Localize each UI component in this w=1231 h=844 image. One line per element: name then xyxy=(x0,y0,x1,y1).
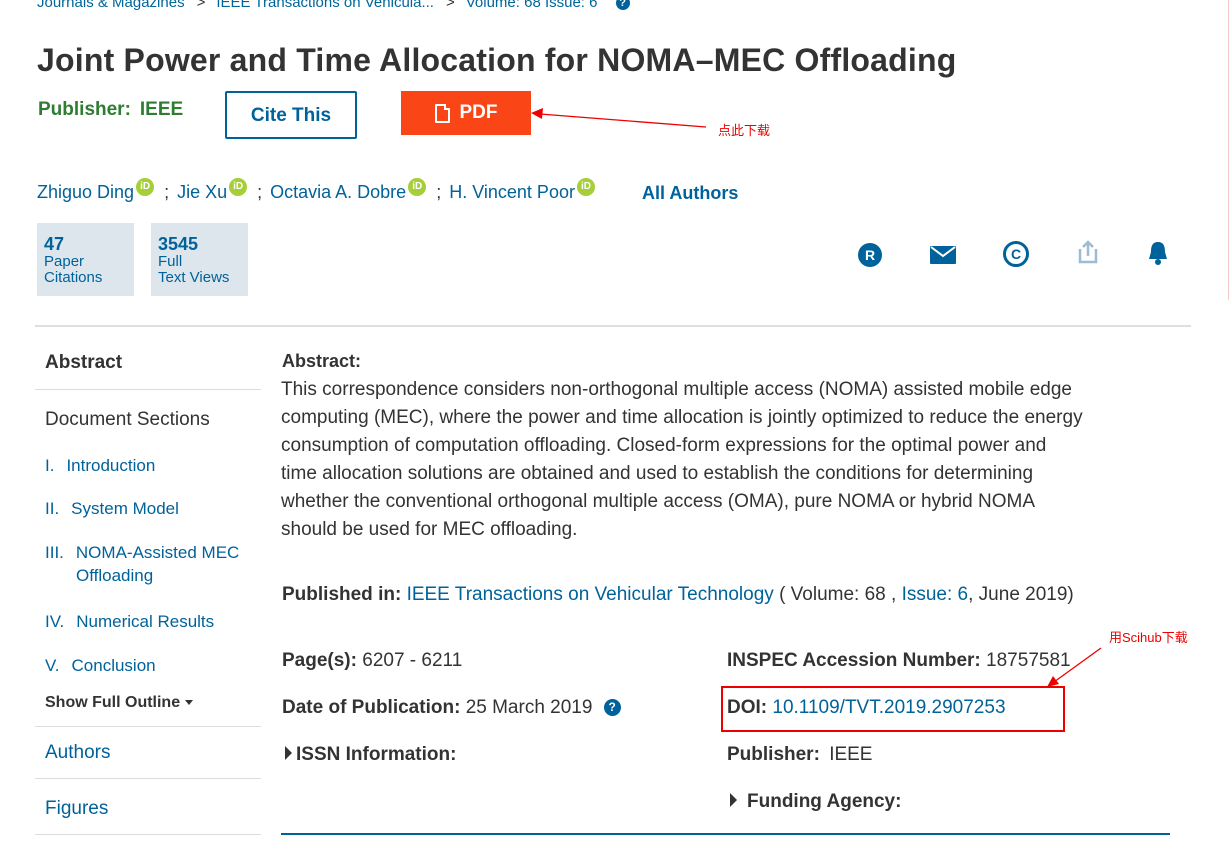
field-value: IEEE xyxy=(829,744,873,765)
field-label: ISSN Information: xyxy=(296,744,457,765)
abstract-line: computing (MEC), where the power and tim… xyxy=(281,407,1083,428)
scihub-note: 用Scihub下载 xyxy=(1109,630,1188,645)
orcid-icon[interactable]: iD xyxy=(229,177,248,196)
issue-link[interactable]: Issue: 6 xyxy=(902,584,969,605)
pages-field: Page(s): 6207 - 6211 xyxy=(282,650,462,672)
show-full-outline-toggle[interactable]: Show Full Outline xyxy=(45,694,194,712)
nav-section-numerical-results[interactable]: IV. Numerical Results xyxy=(45,612,214,632)
issn-information-toggle[interactable]: ISSN Information: xyxy=(285,744,456,766)
nav-figures[interactable]: Figures xyxy=(45,798,108,820)
metric-value: 47 xyxy=(44,234,65,254)
date-text: , June 2019) xyxy=(968,584,1074,605)
nav-divider xyxy=(35,726,261,727)
author-separator: ; xyxy=(164,182,170,202)
published-in-label: Published in: xyxy=(282,584,402,605)
orcid-icon[interactable]: iD xyxy=(136,177,155,196)
field-value: 18757581 xyxy=(986,650,1071,671)
expand-arrow-icon xyxy=(730,792,737,807)
nav-section-system-model[interactable]: II. System Model xyxy=(45,499,179,519)
publisher-field: Publisher: IEEE xyxy=(727,744,873,766)
abstract-line: should be used for MEC offloading. xyxy=(281,519,578,540)
field-label: Page(s): xyxy=(282,650,357,671)
metric-label: Text Views xyxy=(158,269,230,286)
page-edge xyxy=(1228,0,1229,300)
section-label: NOMA-Assisted MEC xyxy=(75,543,240,562)
nav-section-introduction[interactable]: I. Introduction xyxy=(45,456,155,476)
field-label: Date of Publication: xyxy=(282,697,461,718)
funding-agency-toggle[interactable]: Funding Agency: xyxy=(730,791,901,813)
field-value: 25 March 2019 xyxy=(465,697,593,718)
abstract-text: This correspondence considers non-orthog… xyxy=(281,376,1186,544)
section-label: Numerical Results xyxy=(76,612,215,631)
alert-bell-icon[interactable] xyxy=(1145,240,1171,266)
section-rule xyxy=(281,833,1170,835)
nav-section-conclusion[interactable]: V. Conclusion xyxy=(45,656,156,676)
caret-down-icon xyxy=(185,700,194,706)
author-list: Zhiguo Ding iD ; Jie Xu iD ; Octavia A. Do… xyxy=(37,177,595,203)
rights-icon[interactable]: R xyxy=(857,242,883,268)
share-icon[interactable] xyxy=(1075,239,1101,265)
metric-value: 3545 xyxy=(158,234,199,254)
author-separator: ; xyxy=(436,182,442,202)
section-label: Introduction xyxy=(66,456,156,475)
section-number: I. xyxy=(45,456,55,475)
abstract-heading: Abstract: xyxy=(282,351,362,371)
abstract-line: whether the conventional orthogonal mult… xyxy=(281,491,1035,512)
field-label: Funding Agency: xyxy=(747,791,902,812)
expand-arrow-icon xyxy=(285,745,292,760)
field-label: Publisher: xyxy=(727,744,820,765)
inspec-field: INSPEC Accession Number: 18757581 xyxy=(727,650,1071,672)
nav-divider xyxy=(35,834,261,835)
full-text-views-metric[interactable]: 3545 Full Text Views xyxy=(151,223,248,296)
author-separator: ; xyxy=(257,182,263,202)
section-label: System Model xyxy=(71,499,179,518)
nav-abstract[interactable]: Abstract xyxy=(45,352,122,374)
metric-label: Paper xyxy=(44,253,85,270)
email-icon[interactable] xyxy=(930,242,956,268)
author-link[interactable]: H. Vincent Poor xyxy=(449,182,575,203)
section-label-cont: Offloading xyxy=(76,566,154,585)
orcid-icon[interactable]: iD xyxy=(408,177,427,196)
author-link[interactable]: Octavia A. Dobre xyxy=(270,182,406,203)
date-of-publication-field: Date of Publication: 25 March 2019 ? xyxy=(282,697,621,719)
copyright-icon[interactable]: C xyxy=(1003,241,1029,267)
section-number: IV. xyxy=(45,612,65,631)
nav-document-sections: Document Sections xyxy=(45,409,210,430)
show-outline-label: Show Full Outline xyxy=(45,694,181,711)
section-number: III. xyxy=(45,543,64,562)
abstract-line: time allocation solutions are obtained a… xyxy=(281,463,1034,484)
published-in: Published in: IEEE Transactions on Vehic… xyxy=(282,584,1074,606)
abstract-line: consumption of computation offloading. C… xyxy=(281,435,1047,456)
journal-link[interactable]: IEEE Transactions on Vehicular Technolog… xyxy=(407,584,774,605)
nav-divider xyxy=(35,778,261,779)
metric-label: Full xyxy=(158,253,183,270)
section-label: Conclusion xyxy=(71,656,156,675)
paper-citations-metric[interactable]: 47 Paper Citations xyxy=(37,223,134,296)
field-label: INSPEC Accession Number: xyxy=(727,650,981,671)
section-number: V. xyxy=(45,656,60,675)
section-number: II. xyxy=(45,499,60,518)
nav-authors[interactable]: Authors xyxy=(45,742,110,764)
header-divider xyxy=(35,325,1191,327)
metric-label: Citations xyxy=(44,269,103,286)
all-authors-link[interactable]: All Authors xyxy=(642,183,738,204)
nav-divider xyxy=(35,389,261,390)
field-value: 6207 - 6211 xyxy=(362,650,463,671)
abstract-line: This correspondence considers non-orthog… xyxy=(281,379,1072,400)
pdf-download-note: 点此下载 xyxy=(718,123,771,138)
volume-text: ( Volume: 68 , xyxy=(779,584,897,605)
help-icon[interactable]: ? xyxy=(603,699,621,717)
doi-highlight-box xyxy=(721,686,1065,732)
author-link[interactable]: Zhiguo Ding xyxy=(37,182,134,203)
author-link[interactable]: Jie Xu xyxy=(177,182,227,203)
document-nav: Abstract Document Sections I. Introductio… xyxy=(35,340,261,844)
orcid-icon[interactable]: iD xyxy=(576,177,595,196)
nav-section-noma-mec[interactable]: III. NOMA-Assisted MEC Offloading xyxy=(45,543,239,586)
